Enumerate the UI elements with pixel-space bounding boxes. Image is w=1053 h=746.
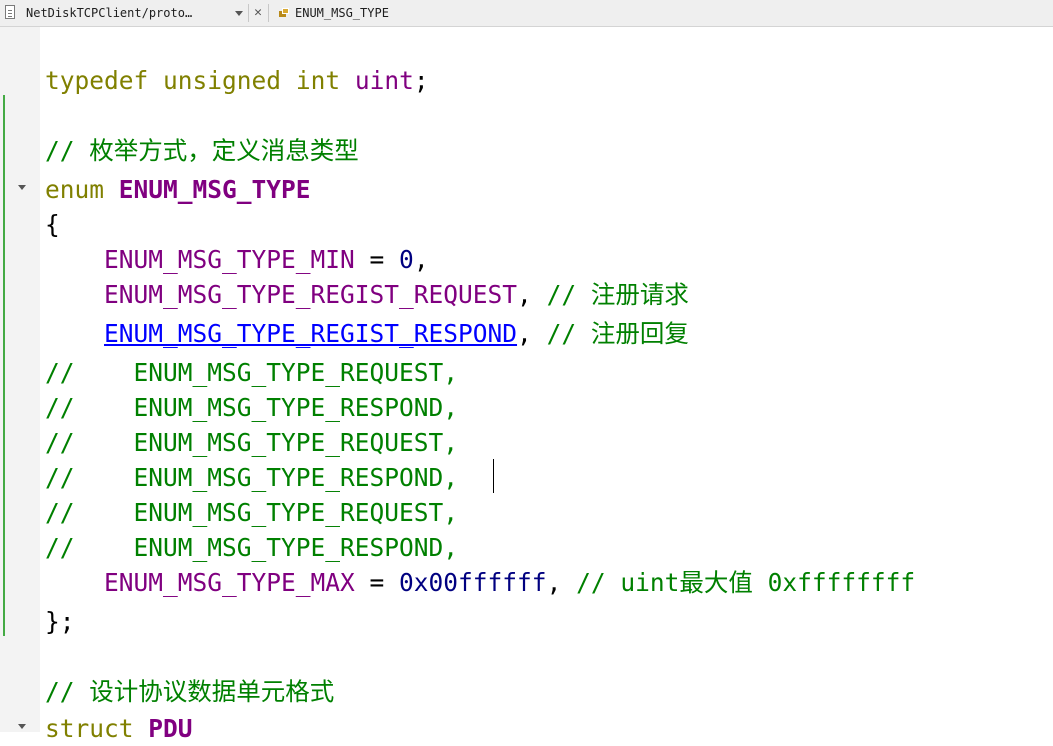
- code-line: ENUM_MSG_TYPE_MAX = 0x00ffffff, // uint最…: [104, 568, 916, 597]
- file-icon: [5, 5, 15, 19]
- code-line: ENUM_MSG_TYPE_REGIST_REQUEST, // 注册请求: [104, 280, 689, 309]
- symbol-link[interactable]: ENUM_MSG_TYPE_REGIST_RESPOND: [104, 319, 517, 348]
- fold-arrow-icon[interactable]: [18, 724, 26, 729]
- change-marker: [3, 95, 5, 636]
- code-line: ENUM_MSG_TYPE_REGIST_RESPOND, // 注册回复: [104, 319, 689, 348]
- code-line: enum ENUM_MSG_TYPE: [45, 175, 311, 204]
- code-line: ENUM_MSG_TYPE_MIN = 0,: [104, 245, 429, 274]
- code-line: // ENUM_MSG_TYPE_REQUEST,: [45, 498, 459, 527]
- code-line: struct PDU: [45, 714, 193, 743]
- fold-arrow-icon[interactable]: [18, 185, 26, 190]
- toolbar-divider: [268, 4, 269, 22]
- toolbar-divider: [248, 4, 249, 22]
- editor-toolbar: NetDiskTCPClient/proto… ✕ ENUM_MSG_TYPE: [0, 0, 1053, 27]
- code-line: };: [45, 607, 75, 636]
- code-line: // 枚举方式，定义消息类型: [45, 136, 359, 165]
- code-line: // ENUM_MSG_TYPE_RESPOND,: [45, 463, 459, 492]
- code-line: // ENUM_MSG_TYPE_REQUEST,: [45, 428, 459, 457]
- file-selector-label: NetDiskTCPClient/proto…: [26, 6, 193, 20]
- file-selector[interactable]: NetDiskTCPClient/proto…: [22, 0, 247, 26]
- code-line: typedef unsigned int uint;: [45, 66, 429, 95]
- symbol-selector-label: ENUM_MSG_TYPE: [295, 6, 389, 20]
- dropdown-arrow-icon: [235, 11, 243, 16]
- editor-gutter: [0, 27, 40, 732]
- code-line: // ENUM_MSG_TYPE_RESPOND,: [45, 393, 459, 422]
- enum-icon: [279, 8, 289, 18]
- code-line: // ENUM_MSG_TYPE_RESPOND,: [45, 533, 459, 562]
- code-line: // 设计协议数据单元格式: [45, 677, 335, 706]
- text-caret: [493, 459, 494, 493]
- code-line: // ENUM_MSG_TYPE_REQUEST,: [45, 358, 459, 387]
- code-line: {: [45, 210, 60, 239]
- close-icon[interactable]: ✕: [251, 0, 265, 26]
